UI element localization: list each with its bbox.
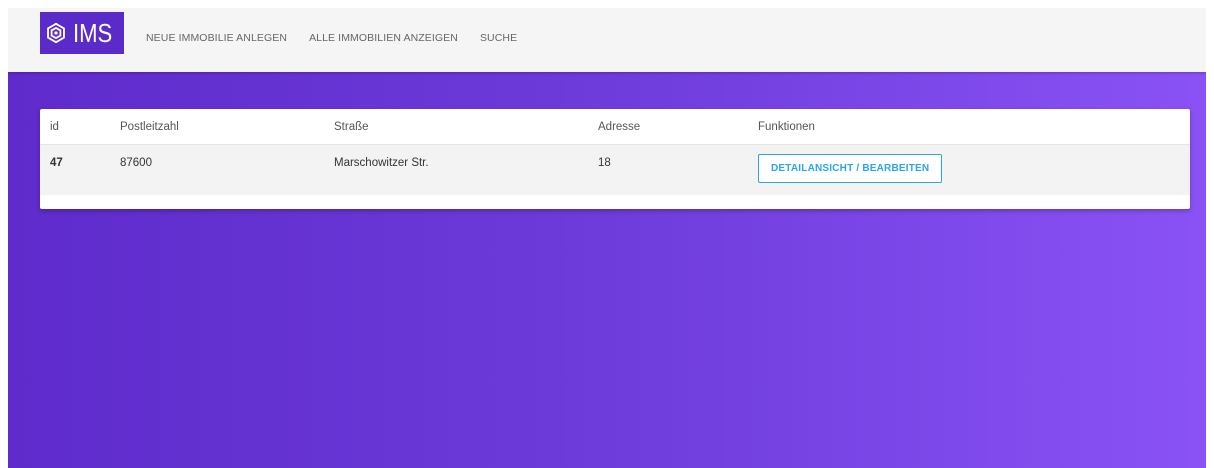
column-header-funktionen: Funktionen: [748, 109, 1190, 145]
column-header-postleitzahl: Postleitzahl: [110, 109, 324, 145]
nav-link-all-properties[interactable]: ALLE IMMOBILIEN ANZEIGEN: [309, 32, 458, 44]
cell-adresse: 18: [588, 144, 748, 195]
navbar: IMS NEUE IMMOBILIE ANLEGEN ALLE IMMOBILI…: [8, 8, 1206, 72]
cell-postleitzahl: 87600: [110, 144, 324, 195]
nav-link-search[interactable]: SUCHE: [480, 32, 517, 44]
nav-link-new-property[interactable]: NEUE IMMOBILIE ANLEGEN: [146, 32, 287, 44]
table-header-row: id Postleitzahl Straße Adresse Funktione…: [40, 109, 1190, 145]
properties-card: id Postleitzahl Straße Adresse Funktione…: [40, 109, 1190, 209]
detail-edit-button[interactable]: DETAILANSICHT / BEARBEITEN: [758, 154, 943, 183]
brand-logo[interactable]: IMS: [40, 12, 124, 54]
cell-id: 47: [40, 144, 110, 195]
column-header-id: id: [40, 109, 110, 145]
main-nav: NEUE IMMOBILIE ANLEGEN ALLE IMMOBILIEN A…: [146, 32, 517, 44]
properties-table: id Postleitzahl Straße Adresse Funktione…: [40, 109, 1190, 195]
brand-name: IMS: [72, 18, 113, 48]
hexagon-logo-icon: [46, 22, 65, 44]
content-background: id Postleitzahl Straße Adresse Funktione…: [8, 72, 1206, 468]
column-header-strasse: Straße: [324, 109, 588, 145]
cell-funktionen: DETAILANSICHT / BEARBEITEN: [748, 144, 1190, 195]
table-row: 47 87600 Marschowitzer Str. 18 DETAILANS…: [40, 144, 1190, 195]
column-header-adresse: Adresse: [588, 109, 748, 145]
app-frame: IMS NEUE IMMOBILIE ANLEGEN ALLE IMMOBILI…: [8, 8, 1206, 468]
cell-strasse: Marschowitzer Str.: [324, 144, 588, 195]
